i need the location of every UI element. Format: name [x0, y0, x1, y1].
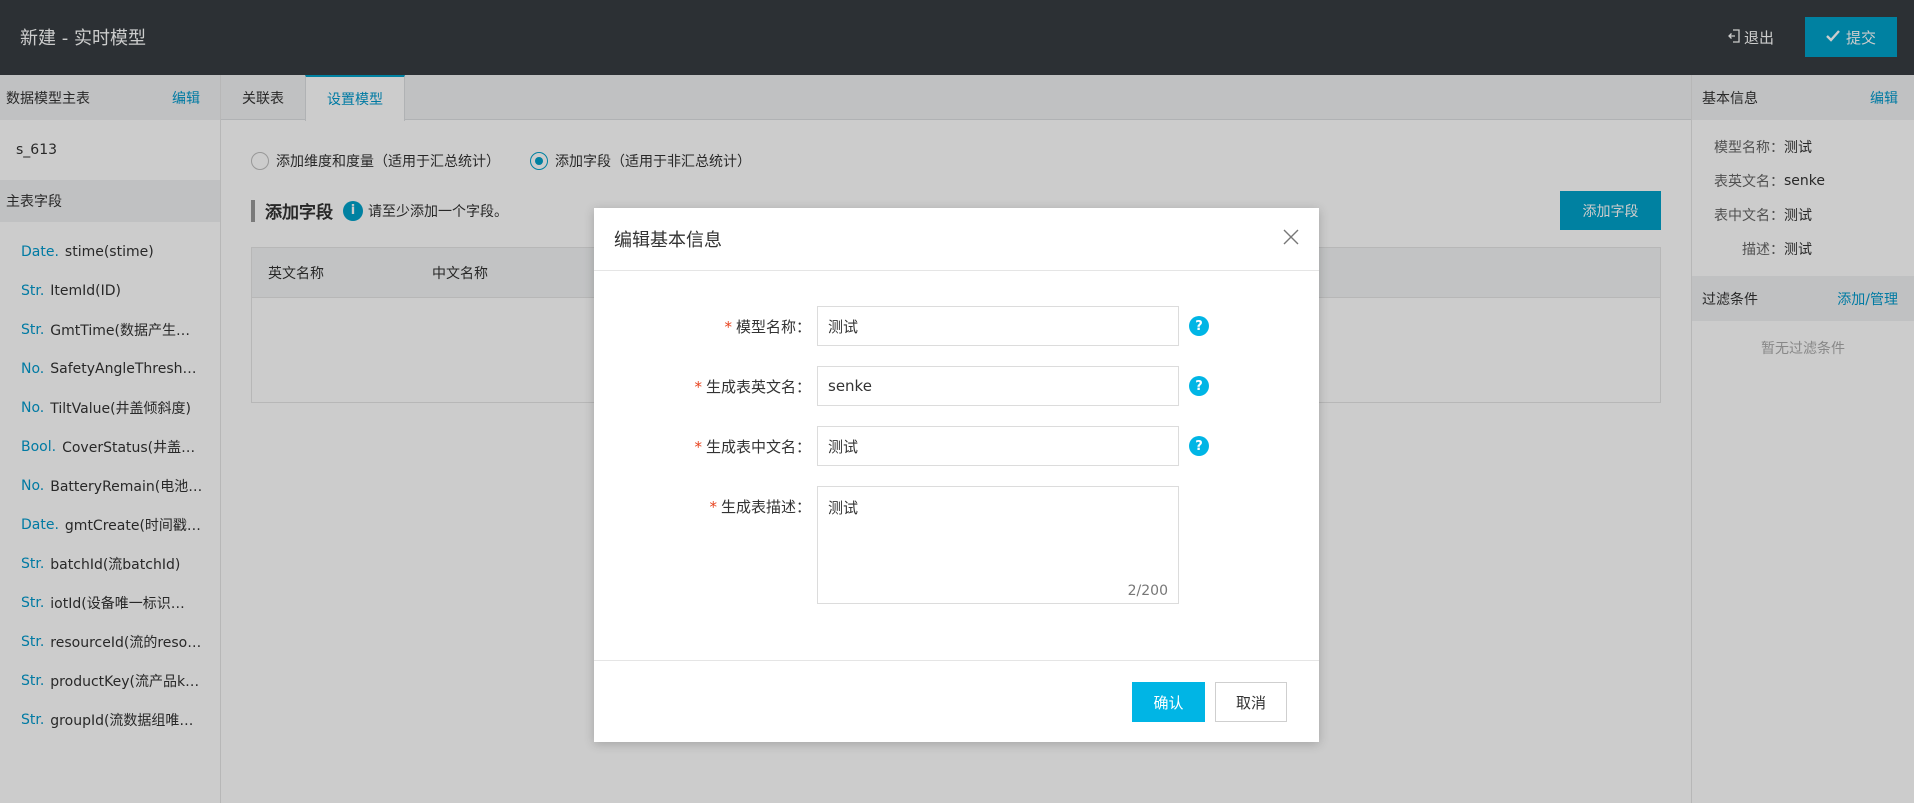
en-name-input[interactable]: senke — [817, 366, 1179, 406]
help-icon[interactable]: ? — [1189, 376, 1209, 396]
required-mark: * — [694, 437, 702, 456]
field-label: * 生成表中文名： — [694, 437, 811, 456]
form-row-en-name: * 生成表英文名： senke ? — [594, 366, 1209, 406]
description-value: 测试 — [828, 499, 859, 517]
cancel-button[interactable]: 取消 — [1215, 682, 1287, 722]
help-icon[interactable]: ? — [1189, 316, 1209, 336]
close-icon[interactable] — [1279, 225, 1303, 249]
required-mark: * — [709, 498, 717, 516]
field-label: * 生成表描述： — [709, 498, 811, 516]
field-label: * 模型名称： — [724, 317, 811, 336]
required-mark: * — [694, 377, 702, 396]
dialog-header: 编辑基本信息 — [594, 208, 1319, 271]
cn-name-input[interactable]: 测试 — [817, 426, 1179, 466]
description-textarea[interactable]: 测试 2/200 — [817, 486, 1179, 604]
field-label: * 生成表英文名： — [694, 377, 811, 396]
form-row-model-name: * 模型名称： 测试 ? — [594, 306, 1209, 346]
form-row-cn-name: * 生成表中文名： 测试 ? — [594, 426, 1209, 466]
confirm-button[interactable]: 确认 — [1132, 682, 1205, 722]
char-counter: 2/200 — [1127, 583, 1168, 599]
dialog-footer: 确认 取消 — [594, 660, 1319, 742]
help-icon[interactable]: ? — [1189, 436, 1209, 456]
model-name-input[interactable]: 测试 — [817, 306, 1179, 346]
dialog-title: 编辑基本信息 — [614, 230, 722, 251]
form-row-description: * 生成表描述： 测试 2/200 — [594, 486, 1179, 604]
required-mark: * — [724, 317, 732, 336]
edit-basic-info-dialog: 编辑基本信息 * 模型名称： 测试 ? * 生成表英文名： senke ? * 生成表… — [594, 208, 1319, 742]
